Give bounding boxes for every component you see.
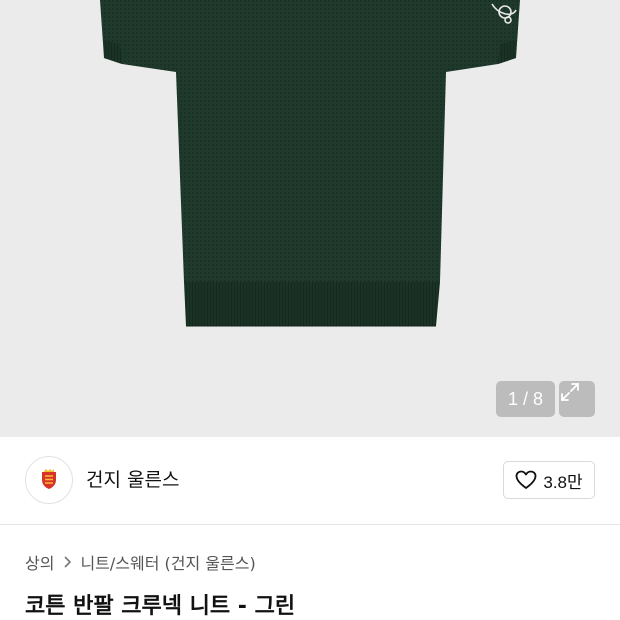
product-photo	[100, 0, 520, 327]
like-count: 3.8만	[543, 472, 583, 492]
brand-name[interactable]: 건지 울른스	[86, 467, 179, 493]
expand-icon	[561, 383, 579, 401]
like-button[interactable]: 3.8만	[503, 461, 595, 499]
heart-icon	[515, 470, 537, 489]
breadcrumb-item-subcategory[interactable]: 니트/스웨터 (건지 울른스)	[80, 550, 255, 574]
brand-logo[interactable]	[25, 456, 73, 504]
brand-row: 건지 울른스 3.8만	[0, 437, 620, 525]
product-title: 코튼 반팔 크루넥 니트 - 그린	[25, 594, 296, 619]
chevron-right-icon	[62, 555, 72, 569]
product-image-gallery[interactable]: 1 / 8	[0, 0, 620, 437]
fullscreen-button[interactable]	[559, 381, 595, 417]
breadcrumb-item-category[interactable]: 상의	[25, 550, 54, 574]
brand-crest-icon	[42, 469, 56, 489]
breadcrumb: 상의 니트/스웨터 (건지 울른스)	[25, 550, 256, 574]
image-counter: 1 / 8	[496, 381, 555, 417]
